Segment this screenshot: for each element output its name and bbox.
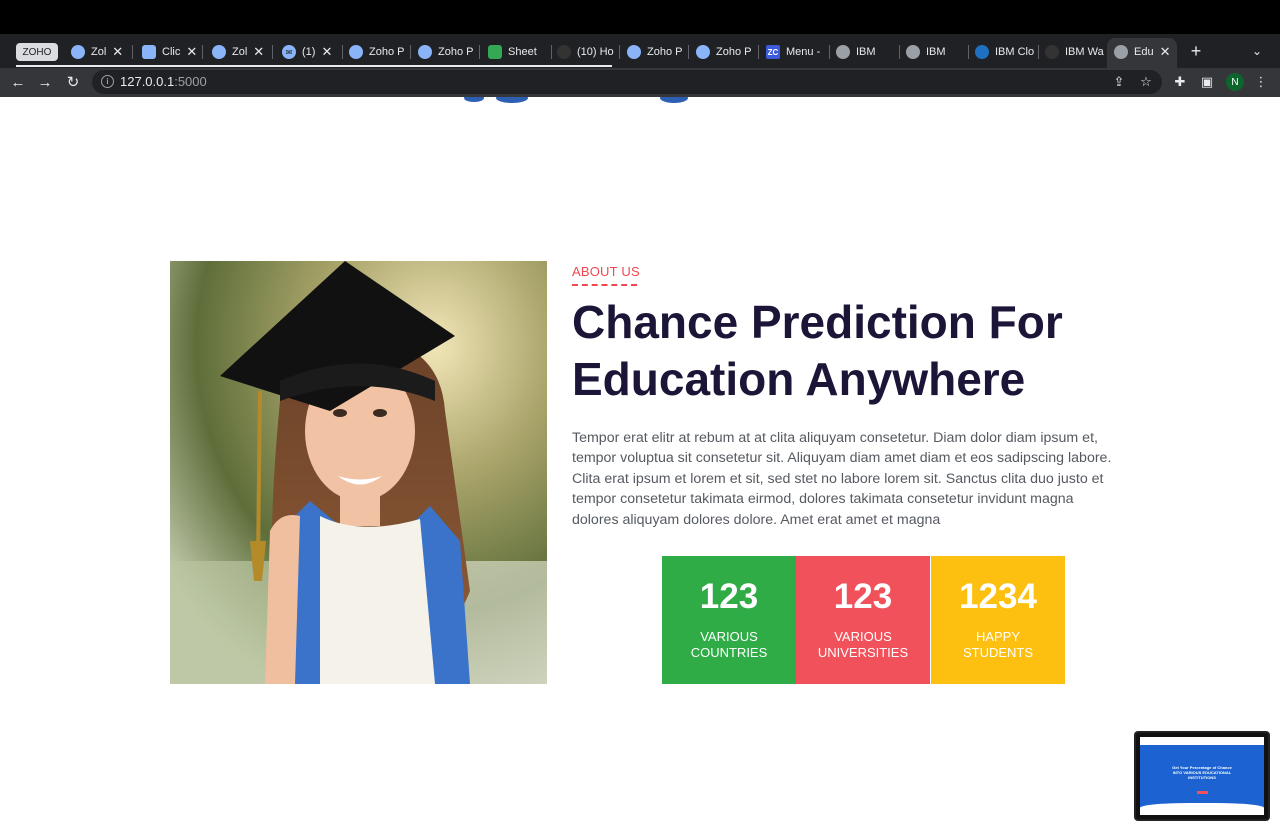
info-icon[interactable]: i [101, 75, 114, 88]
url-text[interactable]: 127.0.0.1:5000 [120, 74, 207, 89]
zc-icon: ZC [766, 45, 780, 59]
tab-separator [551, 45, 552, 59]
tab-separator [272, 45, 273, 59]
tab-sheet[interactable]: Sheet [488, 40, 548, 64]
stat-label: VARIOUS UNIVERSITIES [817, 629, 909, 660]
tab-mail[interactable]: ✉ (1) ✕ [282, 40, 338, 64]
tab-ibm-cloud[interactable]: IBM Clo [975, 40, 1035, 64]
tab-ibm-1[interactable]: IBM [836, 40, 896, 64]
stat-value: 123 [699, 577, 759, 616]
stat-universities: 123 VARIOUS UNIVERSITIES [796, 556, 930, 684]
stat-value: 123 [833, 577, 893, 616]
tab-separator [899, 45, 900, 59]
heading-line-2: Education Anywhere [572, 353, 1026, 405]
graduate-photo [170, 261, 547, 684]
tab-zoho-projects-3[interactable]: Zoho P [349, 40, 407, 64]
zoho-projects-icon [418, 45, 432, 59]
about-paragraph: Tempor erat elitr at rebum at at clita a… [572, 430, 1112, 528]
tab-separator [410, 45, 411, 59]
tab-zoho-projects-5[interactable]: Zoho P [627, 40, 685, 64]
tab-zoho[interactable]: ZOHO [16, 43, 58, 61]
stat-label: VARIOUS COUNTRIES [690, 629, 768, 660]
close-icon[interactable]: ✕ [321, 44, 332, 60]
stat-students: 1234 HAPPY STUDENTS [931, 556, 1065, 684]
globe-icon [836, 45, 850, 59]
section-heading: Chance Prediction For Education Anywhere [572, 294, 1132, 408]
new-tab-button[interactable]: + [1187, 41, 1205, 62]
screen-recording-thumbnail[interactable]: Get Your Percentage of Chance INTO VARIO… [1134, 731, 1270, 821]
extensions-puzzle-icon[interactable]: ✚ [1171, 73, 1189, 91]
tab-zoho-1[interactable]: Zol ✕ [71, 40, 127, 64]
os-menu-bar [0, 0, 1280, 34]
globe-icon [1114, 45, 1128, 59]
stat-value: 1234 [959, 577, 1037, 616]
tab-slack[interactable]: (10) Ho [557, 40, 615, 64]
tab-ibm-2[interactable]: IBM [906, 40, 966, 64]
section-label-underline [572, 284, 637, 286]
ibm-cloud-icon [975, 45, 989, 59]
globe-icon [906, 45, 920, 59]
thumbnail-hero-text: Get Your Percentage of Chance INTO VARIO… [1172, 765, 1232, 780]
tab-search-chevron-icon[interactable]: ⌄ [1252, 44, 1262, 58]
forward-arrow-icon[interactable]: → [35, 72, 55, 92]
tab-separator [758, 45, 759, 59]
zoho-projects-icon [212, 45, 226, 59]
back-arrow-icon[interactable]: ← [8, 72, 28, 92]
address-bar[interactable] [92, 70, 1162, 94]
slack-icon [557, 45, 571, 59]
tab-separator [342, 45, 343, 59]
stat-countries: 123 VARIOUS COUNTRIES [662, 556, 796, 684]
thumbnail-wave [1140, 803, 1264, 815]
bookmark-star-icon[interactable]: ☆ [1137, 73, 1155, 91]
tab-separator [132, 45, 133, 59]
tab-zoho-projects-4[interactable]: Zoho P [418, 40, 476, 64]
chat-icon [142, 45, 156, 59]
zoho-projects-icon [349, 45, 363, 59]
reload-icon[interactable]: ↻ [63, 72, 83, 92]
zoho-projects-icon [696, 45, 710, 59]
share-icon[interactable]: ⇪ [1110, 73, 1128, 91]
close-icon[interactable]: ✕ [186, 44, 197, 60]
thumbnail-navbar [1140, 737, 1264, 745]
tab-clic[interactable]: Clic ✕ [142, 40, 198, 64]
side-panel-icon[interactable]: ▣ [1198, 73, 1216, 91]
hero-wave-remnant [464, 97, 688, 103]
tab-edu-active[interactable]: Edu ✕ [1114, 40, 1172, 64]
heading-line-1: Chance Prediction For [572, 296, 1063, 348]
tab-menu[interactable]: ZC Menu - [766, 40, 826, 64]
tab-separator [1038, 45, 1039, 59]
tab-separator [619, 45, 620, 59]
zoho-projects-icon [71, 45, 85, 59]
tab-zoho-2[interactable]: Zol ✕ [212, 40, 268, 64]
tab-separator [968, 45, 969, 59]
mail-icon: ✉ [282, 45, 296, 59]
tab-ibm-watson[interactable]: IBM Wa [1045, 40, 1105, 64]
close-icon[interactable]: ✕ [112, 44, 123, 60]
section-label: ABOUT US [572, 264, 640, 279]
thumbnail-button [1197, 791, 1208, 794]
zoho-projects-icon [627, 45, 641, 59]
stat-label: HAPPY STUDENTS [962, 629, 1034, 660]
tab-separator [202, 45, 203, 59]
close-icon[interactable]: ✕ [253, 44, 264, 60]
sheet-icon [488, 45, 502, 59]
tab-separator [688, 45, 689, 59]
profile-avatar[interactable]: N [1226, 73, 1244, 91]
kebab-menu-icon[interactable]: ⋮ [1252, 73, 1270, 91]
tab-zoho-projects-6[interactable]: Zoho P [696, 40, 754, 64]
tab-group-indicator [16, 65, 612, 67]
tab-separator [479, 45, 480, 59]
thumbnail-screen: Get Your Percentage of Chance INTO VARIO… [1140, 737, 1264, 815]
tab-separator [829, 45, 830, 59]
github-icon [1045, 45, 1059, 59]
close-icon[interactable]: ✕ [1160, 44, 1171, 60]
